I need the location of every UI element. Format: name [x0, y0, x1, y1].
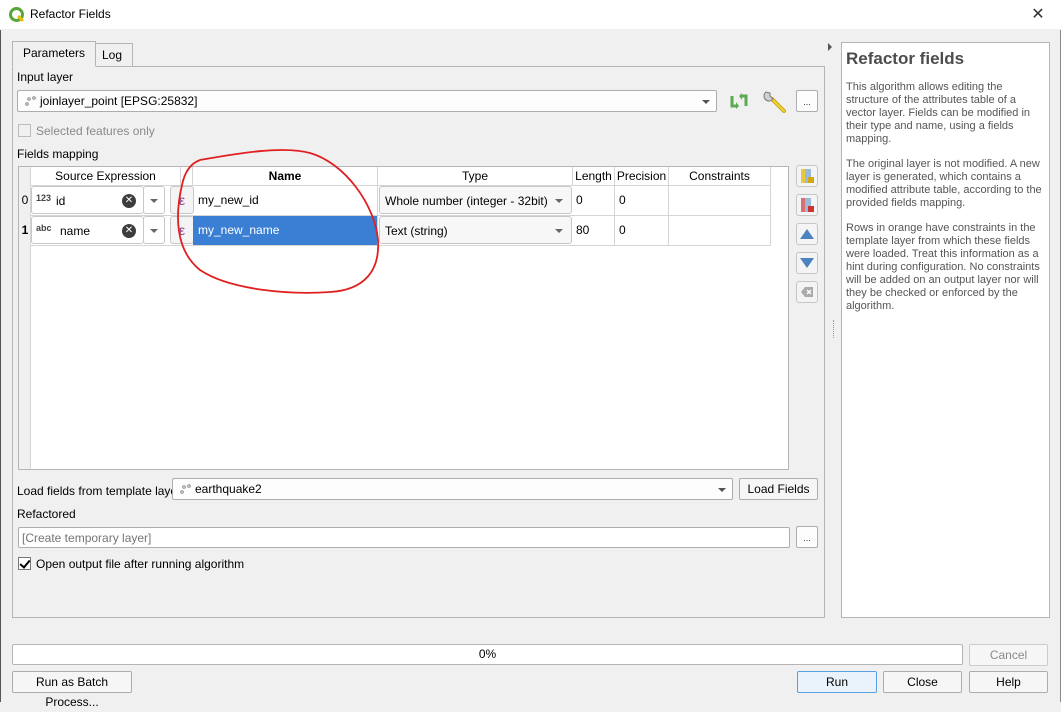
- help-paragraph: This algorithm allows editing the struct…: [846, 81, 1031, 145]
- title-bar: Refactor Fields ✕: [0, 0, 1061, 30]
- text-type-icon: abc: [36, 223, 52, 233]
- help-button[interactable]: Help: [969, 671, 1048, 693]
- reset-button[interactable]: [796, 281, 818, 303]
- progress-bar: 0%: [12, 644, 963, 665]
- add-field-icon: [801, 169, 814, 183]
- tab-parameters[interactable]: Parameters: [12, 41, 97, 67]
- source-expression-dropdown[interactable]: [143, 216, 165, 244]
- template-layer-combo[interactable]: earthquake2: [172, 478, 733, 500]
- field-name-cell-selected[interactable]: my_new_name: [193, 216, 378, 246]
- backspace-icon: [801, 287, 813, 297]
- cancel-button[interactable]: Cancel: [969, 644, 1048, 666]
- column-header-length[interactable]: Length: [573, 167, 615, 186]
- point-layer-icon: [25, 96, 36, 106]
- refactored-label: Refactored: [17, 507, 76, 521]
- row-header-gutter: [19, 167, 31, 469]
- selected-features-checkbox[interactable]: [18, 124, 31, 137]
- help-title: Refactor fields: [846, 49, 965, 68]
- column-header-name[interactable]: Name: [193, 167, 378, 186]
- fields-mapping-table: Source Expression Name Type Length Preci…: [18, 166, 789, 470]
- field-length-cell[interactable]: 80: [573, 216, 615, 246]
- chevron-down-icon: [702, 100, 710, 104]
- field-type-select[interactable]: Whole number (integer - 32bit): [379, 186, 572, 214]
- field-type-select[interactable]: Text (string): [379, 216, 572, 244]
- input-layer-combo[interactable]: joinlayer_point [EPSG:25832]: [17, 90, 717, 112]
- chevron-down-icon: [718, 488, 726, 492]
- close-window-button[interactable]: ✕: [1015, 0, 1061, 30]
- field-type-value: Whole number (integer - 32bit): [385, 194, 548, 208]
- field-precision-cell[interactable]: 0: [615, 186, 669, 216]
- expression-builder-button[interactable]: ε: [170, 216, 194, 244]
- arrow-down-icon: [800, 258, 814, 268]
- selected-features-label: Selected features only: [36, 124, 155, 138]
- qgis-logo-icon: [9, 7, 25, 23]
- run-batch-button[interactable]: Run as Batch Process...: [12, 671, 132, 709]
- run-button[interactable]: Run: [797, 671, 877, 693]
- arrow-up-icon: [800, 229, 814, 239]
- source-expression-input[interactable]: 123 id ✕: [31, 186, 144, 214]
- clear-icon[interactable]: ✕: [122, 194, 136, 208]
- add-field-button[interactable]: [796, 165, 818, 187]
- source-expression-input[interactable]: abc name ✕: [31, 216, 144, 244]
- source-expression-dropdown[interactable]: [143, 186, 165, 214]
- close-button[interactable]: Close: [883, 671, 962, 693]
- move-up-button[interactable]: [796, 223, 818, 245]
- window-title: Refactor Fields: [30, 7, 111, 21]
- open-output-checkbox[interactable]: [18, 557, 31, 570]
- input-layer-label: Input layer: [17, 70, 74, 84]
- template-layer-value: earthquake2: [195, 482, 262, 496]
- wrench-icon[interactable]: [762, 88, 788, 114]
- row-index: 0: [21, 193, 29, 207]
- input-layer-value: joinlayer_point [EPSG:25832]: [40, 94, 198, 108]
- delete-field-icon: [801, 198, 814, 212]
- expression-builder-button[interactable]: ε: [170, 186, 194, 214]
- fields-mapping-label: Fields mapping: [17, 147, 99, 161]
- integer-type-icon: 123: [36, 193, 52, 203]
- chevron-down-icon: [555, 229, 563, 233]
- column-header-precision[interactable]: Precision: [615, 167, 669, 186]
- refactored-options-button[interactable]: ...: [796, 526, 818, 548]
- open-output-label: Open output file after running algorithm: [36, 557, 245, 571]
- row-index: 1: [21, 223, 29, 237]
- help-paragraph: Rows in orange have constraints in the t…: [846, 222, 1040, 312]
- help-paragraph: The original layer is not modified. A ne…: [846, 158, 1042, 209]
- refresh-icon[interactable]: [727, 90, 751, 112]
- column-header-source-expression[interactable]: Source Expression: [31, 167, 181, 186]
- template-layer-label: Load fields from template layer: [17, 484, 182, 498]
- chevron-down-icon: [555, 199, 563, 203]
- load-fields-button[interactable]: Load Fields: [739, 478, 818, 500]
- field-length-cell[interactable]: 0: [573, 186, 615, 216]
- source-expression-value: name: [60, 224, 91, 238]
- field-constraints-cell: [669, 216, 771, 246]
- point-layer-icon: [180, 484, 191, 494]
- move-down-button[interactable]: [796, 252, 818, 274]
- field-precision-cell[interactable]: 0: [615, 216, 669, 246]
- column-header-type[interactable]: Type: [378, 167, 573, 186]
- column-header-spacer: [181, 167, 193, 186]
- column-header-constraints[interactable]: Constraints: [669, 167, 771, 186]
- tab-log[interactable]: Log: [91, 43, 134, 66]
- source-expression-value: id: [56, 194, 66, 208]
- collapse-help-arrow-icon[interactable]: [828, 43, 832, 51]
- progress-label: 0%: [478, 647, 497, 661]
- clear-icon[interactable]: ✕: [122, 224, 136, 238]
- field-name-cell[interactable]: my_new_id: [193, 186, 378, 216]
- input-layer-options-button[interactable]: ...: [796, 90, 818, 112]
- window-border: [0, 30, 1, 702]
- delete-field-button[interactable]: [796, 194, 818, 216]
- field-type-value: Text (string): [385, 224, 448, 238]
- refactored-output-input[interactable]: [18, 527, 790, 548]
- help-panel: Refactor fields This algorithm allows ed…: [841, 42, 1050, 618]
- field-constraints-cell: [669, 186, 771, 216]
- splitter-handle[interactable]: [833, 320, 834, 338]
